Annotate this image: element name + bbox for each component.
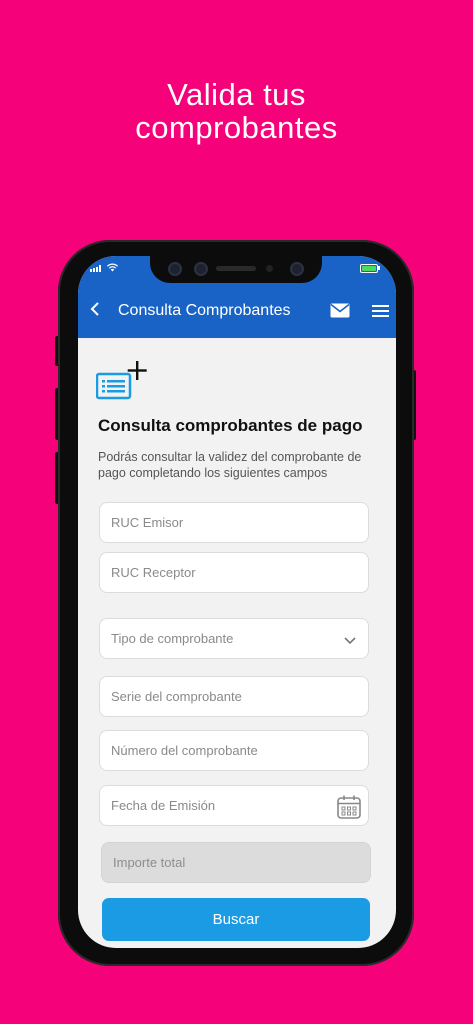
wifi-icon — [107, 263, 118, 274]
numero-field[interactable] — [99, 730, 369, 771]
earpiece-speaker — [216, 266, 256, 271]
signal-icon — [90, 265, 104, 272]
search-button[interactable]: Buscar — [102, 898, 370, 941]
receipt-add-icon — [95, 360, 150, 402]
ruc-emisor-field[interactable] — [99, 502, 369, 543]
tipo-comprobante-placeholder: Tipo de comprobante — [111, 631, 234, 646]
promo-title-line2: comprobantes — [135, 110, 338, 145]
promo-title: Valida tus comprobantes — [0, 78, 473, 144]
phone-screen: Consulta Comprobantes Consulta comproban… — [78, 256, 396, 948]
battery-tip — [378, 266, 380, 270]
ruc-receptor-field[interactable] — [99, 552, 369, 593]
calendar-icon[interactable] — [336, 794, 362, 820]
promo-title-line1: Valida tus — [167, 77, 306, 112]
front-camera-secondary — [290, 262, 304, 276]
serie-input[interactable] — [111, 689, 357, 704]
serie-field[interactable] — [99, 676, 369, 717]
hamburger-menu-icon[interactable] — [372, 305, 389, 318]
importe-total-field — [101, 842, 371, 883]
mail-icon[interactable] — [330, 303, 350, 318]
ruc-emisor-input[interactable] — [111, 515, 357, 530]
front-camera — [168, 262, 182, 276]
fecha-emision-input[interactable] — [111, 798, 357, 813]
numero-input[interactable] — [111, 743, 357, 758]
chevron-left-icon[interactable] — [90, 302, 104, 318]
ruc-receptor-input[interactable] — [111, 565, 357, 580]
section-title: Consulta comprobantes de pago — [98, 416, 363, 435]
tipo-comprobante-select[interactable]: Tipo de comprobante — [99, 618, 369, 659]
chevron-down-icon — [344, 633, 356, 645]
proximity-sensor — [266, 265, 273, 272]
fecha-emision-field[interactable] — [99, 785, 369, 826]
importe-total-input — [113, 855, 359, 870]
battery-icon — [360, 264, 378, 273]
section-description: Podrás consultar la validez del comproba… — [98, 450, 362, 480]
front-sensor — [194, 262, 208, 276]
header-title: Consulta Comprobantes — [118, 302, 291, 319]
